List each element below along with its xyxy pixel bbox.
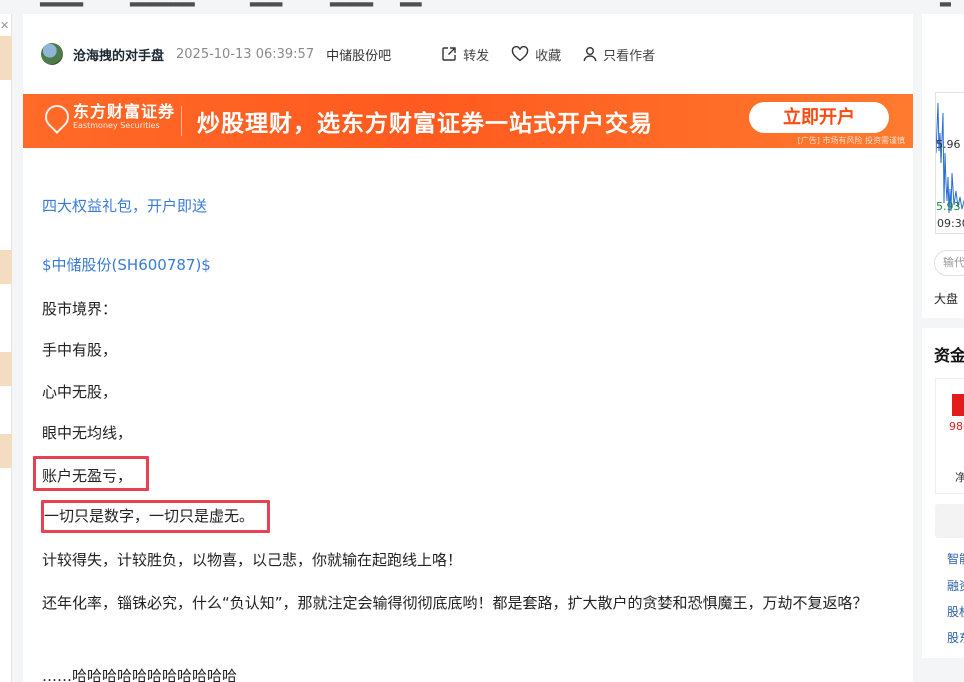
top-nav-fragment: ▂▂▂ [250, 0, 282, 7]
ad-banner[interactable]: 东方财富证券 Eastmoney Securities 炒股理财，选东方财富证券… [23, 94, 913, 148]
logo-icon [40, 100, 74, 134]
post-header: 沧海拽的对手盘 2025-10-13 06:39:57 中储股份吧 转发 收藏 … [23, 14, 913, 94]
right-stock-card: 5.96 5.93 09:30 输代 大盘 [922, 14, 964, 318]
board-link[interactable]: 中储股份吧 [326, 45, 391, 64]
left-float-tab[interactable] [0, 250, 12, 284]
fund-inflow-bar [952, 394, 964, 416]
top-nav-strip: ▂▂▂▂ ▂▂▂▂▂▂ ▂▂▂ ▂▂▂▂ ▂▂ ▂ [0, 0, 964, 14]
author-only-label: 只看作者 [603, 48, 656, 64]
right-fund-card: 资金 980 净 智能 融资 股权 股东 [922, 328, 964, 658]
ad-divider [181, 106, 182, 136]
post-line: 计较得失，计较胜负，以物喜，以己悲，你就输在起跑线上咯！ [42, 551, 463, 569]
post-line: 心中无股， [42, 383, 118, 401]
sidebar-link[interactable]: 股东 [947, 629, 964, 646]
left-float-tab[interactable] [0, 434, 12, 468]
ad-slogan: 炒股理财，选东方财富证券一站式开户交易 [197, 111, 653, 137]
favorite-label: 收藏 [535, 48, 562, 64]
post-line: 手中有股， [42, 341, 118, 359]
share-button[interactable]: 转发 [441, 45, 489, 64]
fund-flow-title: 资金 [934, 346, 964, 365]
sidebar-link[interactable]: 智能 [947, 550, 964, 567]
open-account-button[interactable]: 立即开户 [749, 102, 889, 133]
user-icon [583, 47, 597, 62]
post-paragraph: 还年化率，锱铢必究，什么“负认知”，那就注定会输得彻彻底底哟！都是套路，扩大散户… [42, 594, 868, 612]
promo-link[interactable]: 四大权益礼包，开户即送 [42, 195, 207, 217]
ad-disclaimer: [广告] 市场有风险 投资需谨慎 [797, 136, 905, 145]
post-line: 眼中无均线， [42, 424, 133, 442]
brand-cn: 东方财富证券 [73, 102, 176, 121]
fund-net-label: 净 [955, 471, 964, 484]
author-name[interactable]: 沧海拽的对手盘 [73, 45, 164, 64]
fund-inflow-value: 980 [949, 420, 964, 433]
fund-placeholder [935, 504, 964, 538]
brand-en: Eastmoney Securities [73, 121, 160, 130]
eastmoney-logo: 东方财富证券 Eastmoney Securities [40, 100, 176, 134]
share-label: 转发 [463, 48, 490, 64]
left-float-tab[interactable] [0, 36, 12, 80]
left-float-tab[interactable] [0, 352, 12, 386]
highlight-box [41, 500, 270, 533]
close-icon[interactable]: ✕ [0, 20, 9, 32]
top-nav-fragment: ▂▂▂▂ [330, 0, 373, 7]
chart-high-price: 5.96 [936, 138, 961, 151]
favorite-button[interactable]: 收藏 [511, 45, 561, 64]
share-icon [442, 47, 456, 61]
heart-icon [511, 46, 529, 62]
highlight-box [33, 456, 149, 491]
sidebar-link[interactable]: 融资 [947, 577, 964, 594]
post-line: ……哈哈哈哈哈哈哈哈哈哈哈 [42, 667, 238, 682]
dapan-label[interactable]: 大盘 [934, 290, 958, 307]
post-card: 沧海拽的对手盘 2025-10-13 06:39:57 中储股份吧 转发 收藏 … [23, 14, 913, 682]
post-time: 2025-10-13 06:39:57 [176, 46, 315, 62]
author-avatar[interactable] [41, 43, 63, 65]
post-line: 股市境界： [42, 300, 118, 318]
stock-link[interactable]: $中储股份(SH600787)$ [42, 254, 211, 276]
sidebar-link[interactable]: 股权 [947, 603, 964, 620]
author-only-button[interactable]: 只看作者 [583, 45, 655, 64]
top-nav-fragment: ▂▂▂▂▂▂ [130, 0, 195, 7]
top-nav-fragment: ▂▂▂▂ [40, 0, 83, 7]
chart-time: 09:30 [937, 217, 964, 230]
left-float-panel: ✕ [0, 14, 12, 682]
chart-low-price: 5.93 [936, 200, 961, 213]
stock-search-input[interactable]: 输代 [934, 250, 964, 276]
top-nav-fragment: ▂ [940, 0, 951, 7]
top-nav-fragment: ▂▂ [400, 0, 422, 7]
